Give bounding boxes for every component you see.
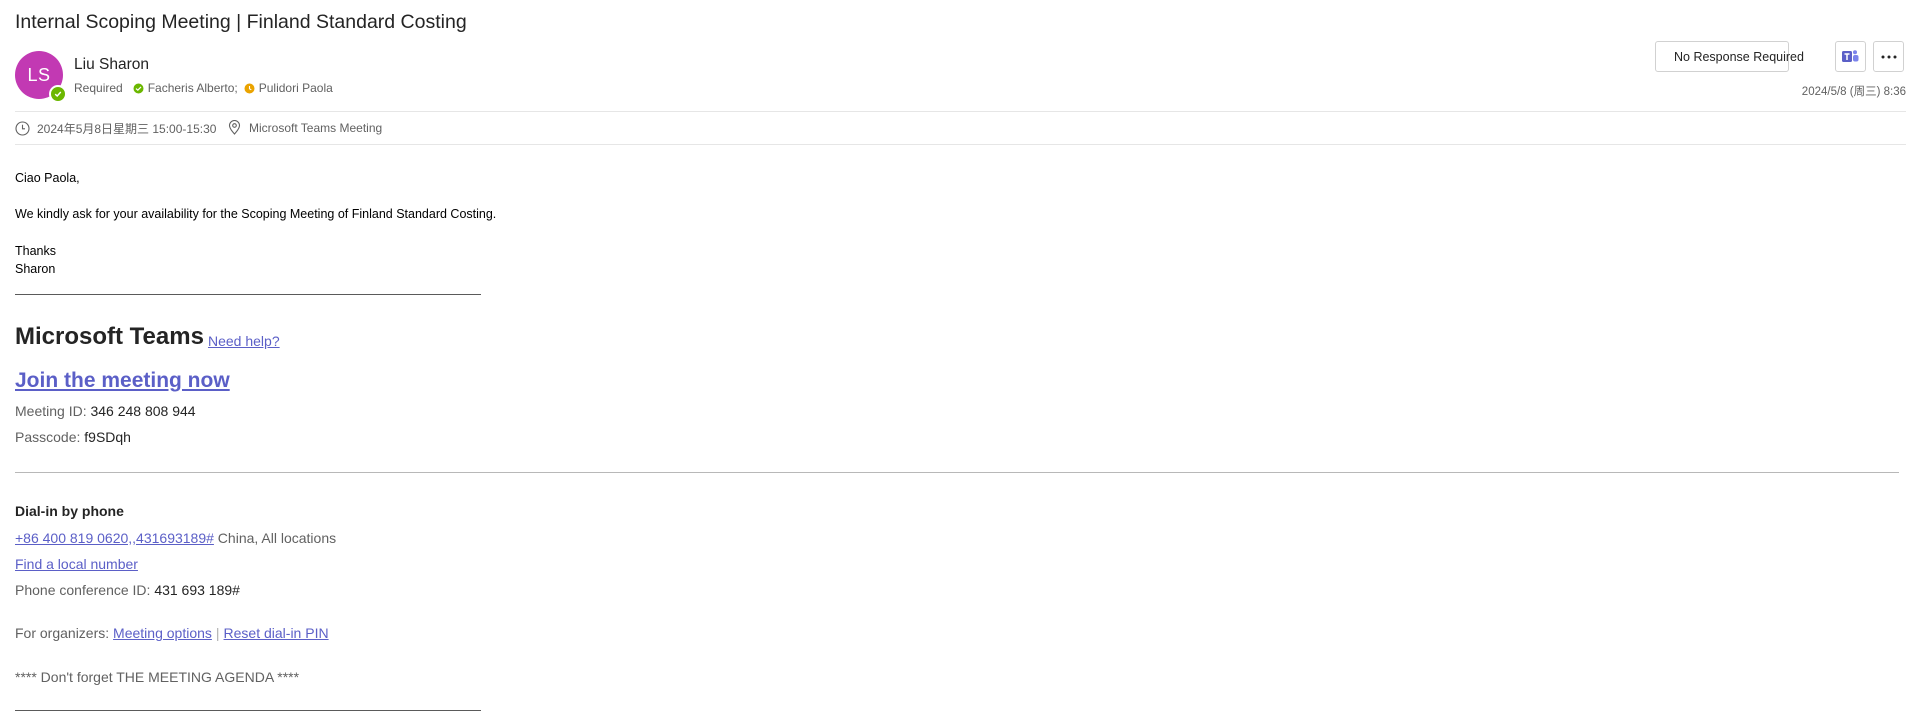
conference-id-label: Phone conference ID: — [15, 582, 155, 598]
passcode-label: Passcode: — [15, 429, 85, 445]
footer-rule — [15, 710, 481, 711]
email-subject: Internal Scoping Meeting | Finland Stand… — [15, 11, 467, 33]
presence-available-icon — [49, 85, 67, 103]
passcode: Passcode: f9SDqh — [15, 429, 131, 445]
join-meeting-link[interactable]: Join the meeting now — [15, 369, 230, 393]
meeting-location-text: Microsoft Teams Meeting — [249, 120, 383, 135]
reset-pin-link[interactable]: Reset dial-in PIN — [224, 625, 329, 641]
meeting-id-label: Meeting ID: — [15, 403, 91, 419]
section-separator — [15, 472, 1899, 473]
recipient-pulidori[interactable]: Pulidori Paola — [259, 81, 333, 95]
meeting-time: 2024年5月8日星期三 15:00-15:30 — [15, 120, 216, 137]
clock-icon — [15, 121, 30, 136]
conference-id-value: 431 693 189# — [154, 582, 240, 598]
meeting-id: Meeting ID: 346 248 808 944 — [15, 403, 196, 419]
received-datetime: 2024/5/8 (周三) 8:36 — [1801, 86, 1906, 98]
accepted-icon — [133, 83, 144, 94]
need-help-link[interactable]: Need help? — [208, 333, 280, 349]
agenda-note: **** Don't forget THE MEETING AGENDA ***… — [15, 669, 300, 685]
meeting-id-value: 346 248 808 944 — [90, 403, 196, 419]
no-response-label: No Response Required — [1674, 49, 1804, 64]
location-icon — [228, 120, 241, 135]
body-signature: Sharon — [15, 262, 56, 276]
find-local-row: Find a local number — [15, 556, 138, 572]
teams-title: Microsoft Teams — [15, 323, 204, 350]
organizers-label: For organizers: — [15, 625, 114, 641]
meeting-options-link[interactable]: Meeting options — [113, 625, 212, 641]
dialin-number-row: +86 400 819 0620,,431693189# China, All … — [15, 530, 336, 546]
recipients-line: Required Facheris Alberto; Pulidori Paol… — [74, 81, 333, 95]
more-options-button[interactable] — [1873, 41, 1904, 72]
teams-icon — [1842, 50, 1859, 62]
find-local-number-link[interactable]: Find a local number — [15, 556, 138, 572]
divider — [15, 111, 1906, 112]
link-separator: | — [215, 625, 220, 641]
recipients-label: Required — [74, 81, 123, 95]
body-line: We kindly ask for your availability for … — [15, 207, 497, 221]
passcode-value: f9SDqh — [84, 429, 131, 445]
conference-id: Phone conference ID: 431 693 189# — [15, 582, 240, 598]
recipient-facheris[interactable]: Facheris Alberto; — [148, 81, 238, 95]
teams-button[interactable] — [1835, 41, 1866, 72]
phone-number-link[interactable]: +86 400 819 0620,,431693189# — [15, 530, 214, 546]
more-icon — [1881, 55, 1896, 58]
divider — [15, 144, 1906, 145]
dialin-heading: Dial-in by phone — [15, 503, 124, 519]
body-closing: Thanks — [15, 244, 56, 258]
meeting-time-text: 2024年5月8日星期三 15:00-15:30 — [37, 122, 217, 136]
meeting-location: Microsoft Teams Meeting — [228, 120, 382, 135]
signature-rule — [15, 294, 481, 295]
body-greeting: Ciao Paola, — [15, 171, 80, 185]
phone-location: China, All locations — [213, 530, 337, 546]
avatar-initials: LS — [27, 64, 51, 85]
sender-name[interactable]: Liu Sharon — [74, 56, 149, 74]
tentative-icon — [244, 83, 255, 94]
no-response-required-button[interactable]: No Response Required — [1655, 41, 1804, 72]
organizers-row: For organizers: Meeting options | Reset di… — [15, 625, 329, 641]
